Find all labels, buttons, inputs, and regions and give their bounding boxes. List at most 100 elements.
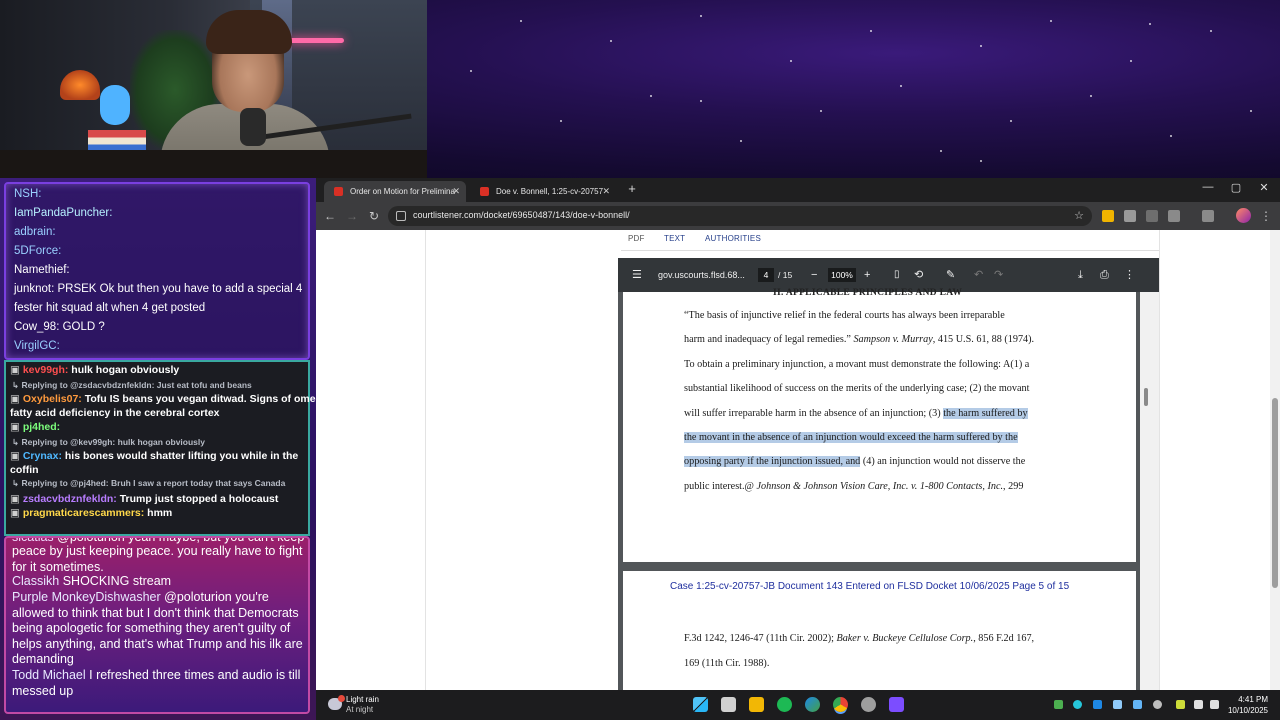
- zoom-in-icon[interactable]: +: [864, 269, 870, 281]
- document-line[interactable]: will suffer irreparable harm in the abse…: [684, 407, 1078, 419]
- document-line[interactable]: opposing party if the injunction issued,…: [684, 456, 1078, 468]
- obs-icon[interactable]: [861, 697, 876, 712]
- tab-authorities[interactable]: AUTHORITIES: [705, 234, 761, 243]
- menu-kebab-icon[interactable]: ⋮: [1258, 208, 1274, 224]
- pdf-scrollbar[interactable]: [1140, 292, 1159, 690]
- tray-icon[interactable]: [1113, 700, 1122, 709]
- maximize-button[interactable]: ▢: [1224, 181, 1248, 199]
- chat-username[interactable]: junknot:: [14, 283, 57, 295]
- chrome-icon[interactable]: [833, 697, 848, 712]
- tab-pdf[interactable]: PDF: [628, 234, 645, 243]
- chat-username[interactable]: Cow_98:: [14, 321, 63, 333]
- start-windows-icon[interactable]: [693, 697, 708, 712]
- tray-icon[interactable]: [1133, 700, 1142, 709]
- chat-username[interactable]: NSH:: [14, 188, 41, 200]
- document-text[interactable]: 169 (11th Cir. 1988).: [684, 658, 769, 669]
- rotate-icon[interactable]: ⟲: [914, 269, 923, 281]
- site-info-icon[interactable]: [396, 211, 406, 221]
- extension-icon[interactable]: [1146, 210, 1158, 222]
- weather-subtitle[interactable]: At night: [346, 705, 373, 714]
- document-line[interactable]: To obtain a preliminary injunction, a mo…: [684, 359, 1078, 370]
- document-text[interactable]: Johnson & Johnson Vision Care, Inc. v. 1…: [756, 481, 1003, 492]
- document-line[interactable]: 169 (11th Cir. 1988).: [684, 658, 1078, 669]
- document-line[interactable]: “The basis of injunctive relief in the f…: [684, 310, 1078, 321]
- chat-username[interactable]: IamPandaPuncher:: [14, 207, 112, 219]
- document-line[interactable]: substantial likelihood of success on the…: [684, 383, 1078, 394]
- address-bar[interactable]: courtlistener.com/docket/69650487/143/do…: [388, 206, 1092, 226]
- document-text[interactable]: F.3d 1242, 1246-47 (11th Cir. 2002);: [684, 633, 836, 644]
- clock-date[interactable]: 10/10/2025: [1216, 706, 1268, 715]
- highlighted-text[interactable]: opposing party if the injunction issued,…: [684, 456, 861, 468]
- download-icon[interactable]: ⤓: [1078, 269, 1083, 281]
- document-text[interactable]: harm and inadequacy of legal remedies.”: [684, 334, 853, 345]
- more-options-icon[interactable]: ⋮: [1124, 269, 1135, 281]
- side-panel-icon[interactable]: [1202, 210, 1214, 222]
- folder-extension-icon[interactable]: [1102, 210, 1114, 222]
- document-text[interactable]: To obtain a preliminary injunction, a mo…: [684, 359, 1029, 370]
- task-view-icon[interactable]: [721, 697, 736, 712]
- menu-hamburger-icon[interactable]: ☰: [632, 269, 642, 281]
- chat-username[interactable]: Todd Michael: [12, 668, 89, 682]
- document-text[interactable]: (4) an injunction would not disserve the: [860, 456, 1025, 467]
- new-tab-button[interactable]: +: [624, 181, 640, 199]
- wifi-icon[interactable]: [1194, 700, 1203, 709]
- chat-username[interactable]: VirgilGC:: [14, 340, 60, 352]
- zoom-out-icon[interactable]: −: [811, 269, 817, 281]
- back-button[interactable]: ←: [322, 208, 338, 224]
- profile-avatar[interactable]: [1236, 208, 1251, 223]
- chat-username[interactable]: Crynax:: [23, 450, 65, 462]
- chat-username[interactable]: Purple MonkeyDishwasher: [12, 590, 164, 604]
- close-tab-icon[interactable]: ✕: [452, 186, 460, 197]
- chat-username[interactable]: zsdacvbdznfekldn:: [23, 493, 120, 505]
- document-line[interactable]: F.3d 1242, 1246-47 (11th Cir. 2002); Bak…: [684, 633, 1078, 644]
- page-number-input[interactable]: 4: [758, 268, 774, 282]
- chat-username[interactable]: adbrain:: [14, 226, 56, 238]
- chat-username[interactable]: 5DForce:: [14, 245, 61, 257]
- bookmark-star-icon[interactable]: ☆: [1074, 209, 1084, 222]
- document-line[interactable]: the movant in the absence of an injuncti…: [684, 432, 1078, 443]
- tray-icon[interactable]: [1093, 700, 1102, 709]
- spotify-icon[interactable]: [777, 697, 792, 712]
- chat-username[interactable]: Classikh: [12, 574, 63, 588]
- puzzle-extensions-icon[interactable]: [1168, 210, 1180, 222]
- tab-order-on-motion[interactable]: Order on Motion for Prelimina ✕: [324, 181, 466, 202]
- reload-button[interactable]: ↻: [366, 208, 382, 224]
- edge-icon[interactable]: [805, 697, 820, 712]
- document-text[interactable]: will suffer irreparable harm in the abse…: [684, 408, 943, 419]
- minimize-button[interactable]: —: [1196, 181, 1220, 199]
- document-text[interactable]: , 299: [1003, 481, 1023, 492]
- document-line[interactable]: public interest.@ Johnson & Johnson Visi…: [684, 481, 1078, 492]
- pdf-scroll-thumb[interactable]: [1144, 388, 1148, 406]
- fit-page-icon[interactable]: ▯: [894, 269, 900, 281]
- tab-doe-v-bonnell[interactable]: Doe v. Bonnell, 1:25-cv-20757 ✕: [470, 181, 616, 202]
- page-scroll-thumb[interactable]: [1272, 398, 1278, 588]
- forward-button[interactable]: →: [344, 208, 360, 224]
- chat-username[interactable]: pj4hed:: [23, 421, 60, 433]
- undo-icon[interactable]: ↶: [974, 269, 983, 281]
- highlighted-text[interactable]: the movant in the absence of an injuncti…: [684, 432, 1018, 443]
- tray-icon[interactable]: [1073, 700, 1082, 709]
- chat-username[interactable]: Oxybelis07:: [23, 393, 85, 405]
- trash-extension-icon[interactable]: [1124, 210, 1136, 222]
- url-text[interactable]: courtlistener.com/docket/69650487/143/do…: [413, 210, 630, 220]
- document-line[interactable]: harm and inadequacy of legal remedies.” …: [684, 334, 1078, 345]
- chat-username[interactable]: pragmaticarescammers:: [23, 507, 147, 519]
- clock-time[interactable]: 4:41 PM: [1228, 695, 1268, 704]
- app-icon[interactable]: [889, 697, 904, 712]
- file-explorer-icon[interactable]: [749, 697, 764, 712]
- zoom-level-input[interactable]: 100%: [828, 268, 856, 282]
- document-text[interactable]: public interest.@: [684, 481, 756, 492]
- chat-username[interactable]: kev99gh:: [23, 364, 71, 376]
- weather-title[interactable]: Light rain: [346, 695, 379, 704]
- document-text[interactable]: , 856 F.2d 167,: [973, 633, 1034, 644]
- tray-icon[interactable]: [1176, 700, 1185, 709]
- document-text[interactable]: substantial likelihood of success on the…: [684, 383, 1029, 394]
- document-text[interactable]: , 415 U.S. 61, 88 (1974).: [933, 334, 1034, 345]
- close-window-button[interactable]: ✕: [1252, 181, 1276, 199]
- document-text[interactable]: Baker v. Buckeye Cellulose Corp.: [836, 633, 973, 644]
- document-text[interactable]: “The basis of injunctive relief in the f…: [684, 310, 1005, 321]
- tab-text[interactable]: TEXT: [664, 234, 685, 243]
- highlighted-text[interactable]: the harm suffered by: [943, 407, 1028, 419]
- print-icon[interactable]: ⎙: [1100, 269, 1109, 281]
- tray-icon[interactable]: [1054, 700, 1063, 709]
